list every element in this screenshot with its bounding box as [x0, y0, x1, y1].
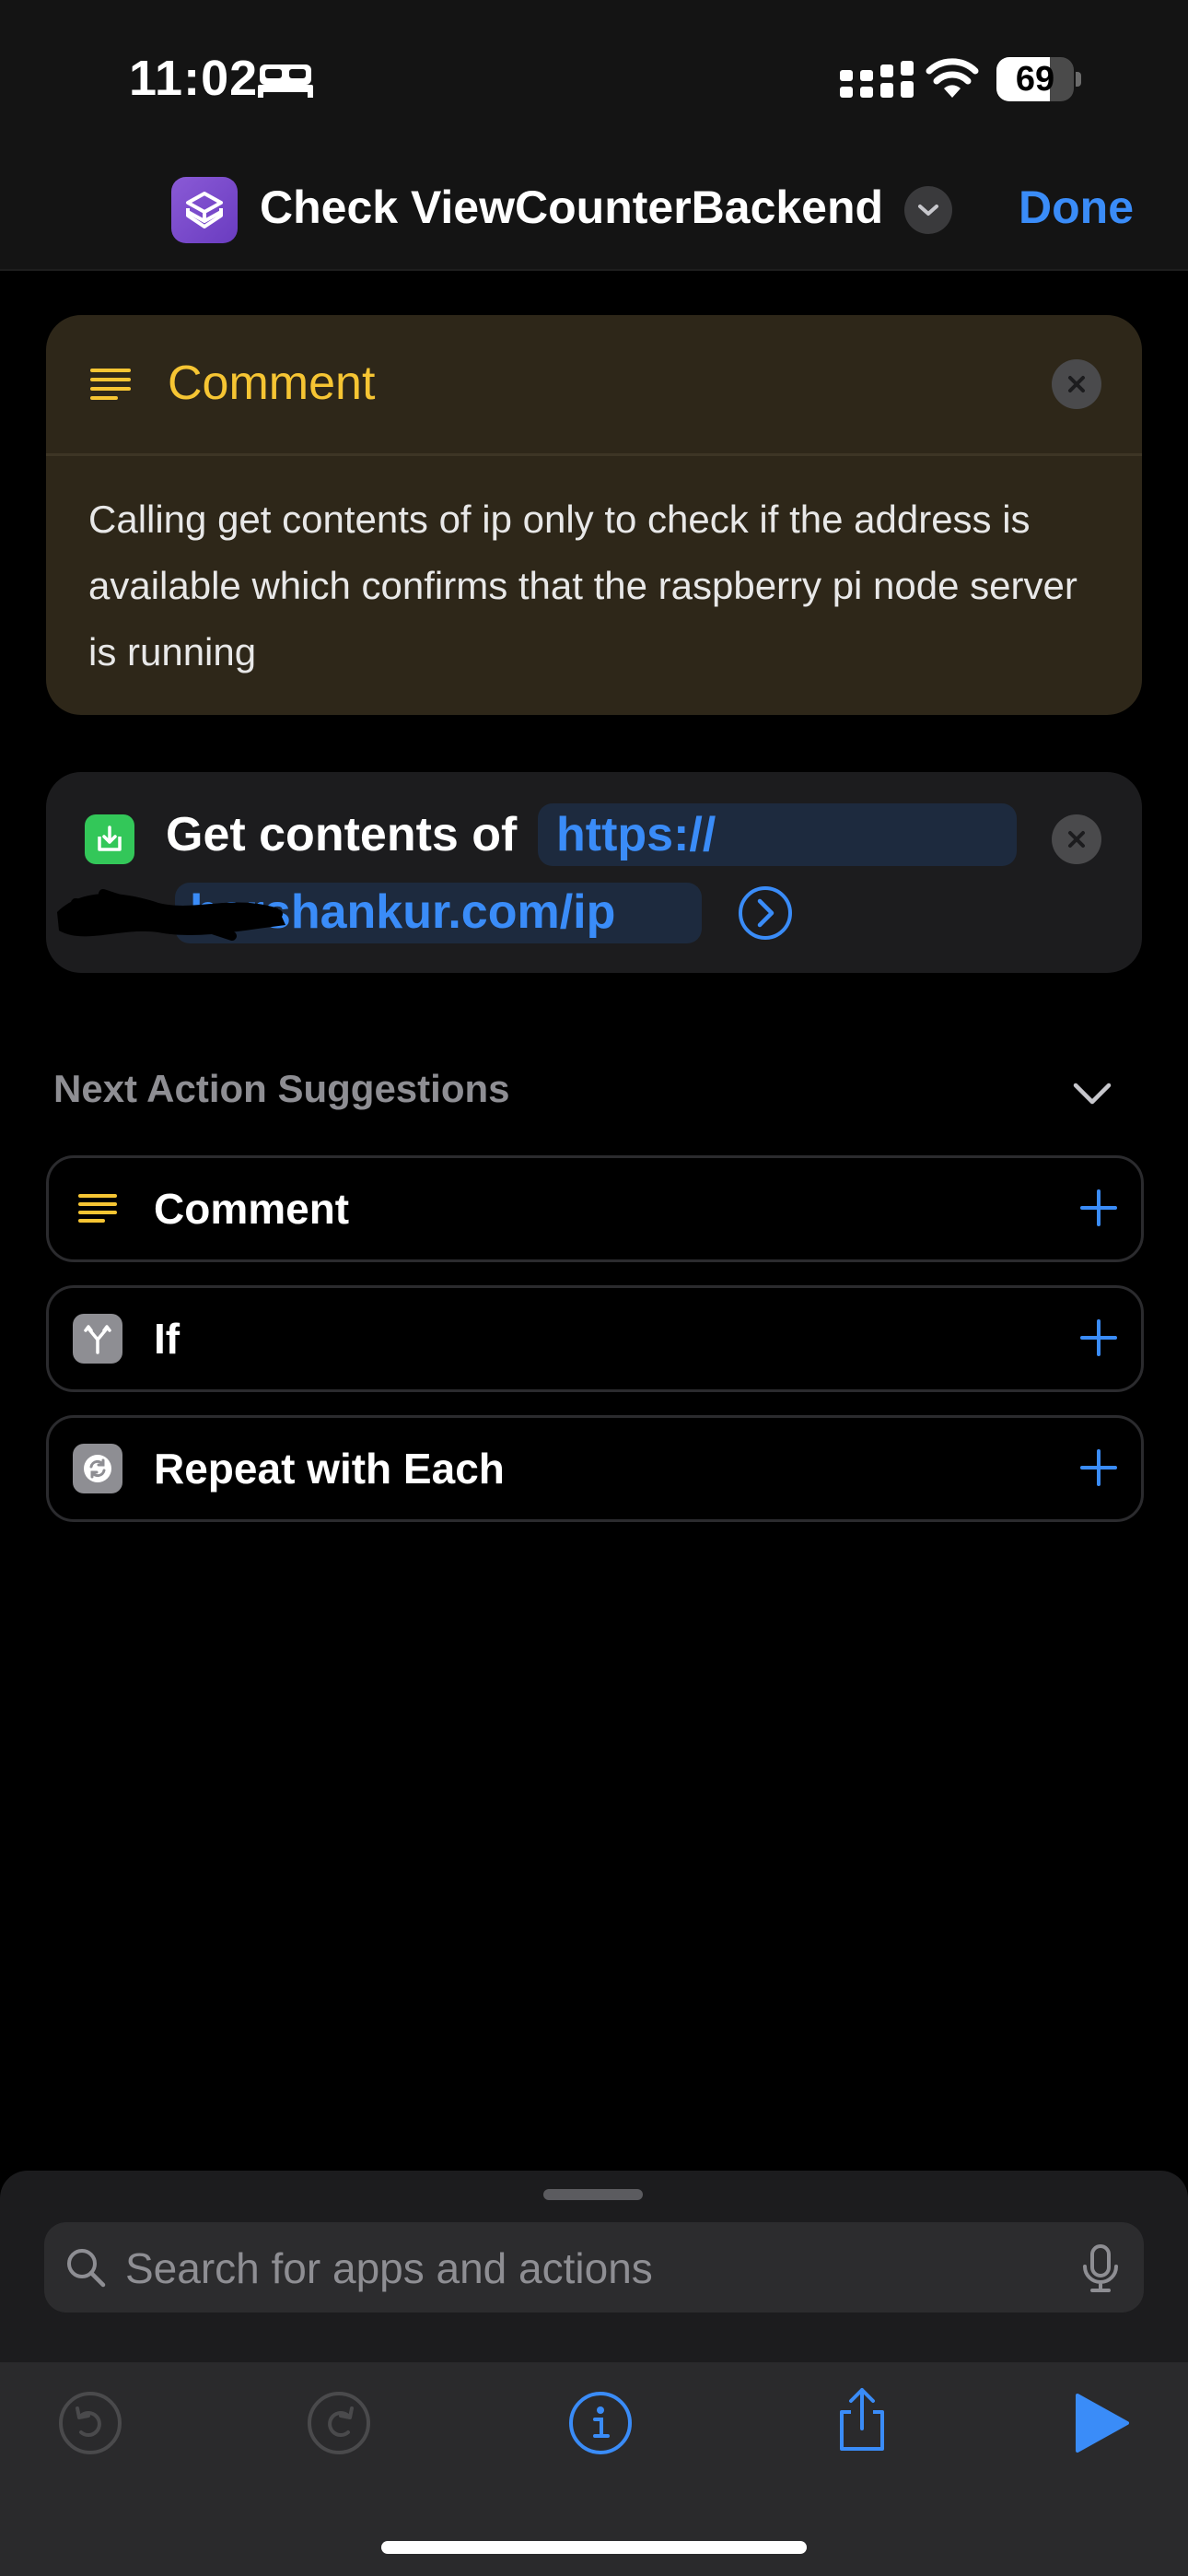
home-indicator[interactable] [381, 2541, 807, 2554]
close-icon [1068, 376, 1085, 392]
redo-icon[interactable] [304, 2388, 374, 2458]
chevron-down-icon[interactable] [1068, 1069, 1116, 1117]
redaction-scribble [57, 889, 285, 941]
search-icon [67, 2249, 106, 2288]
suggestion-label: Comment [154, 1185, 350, 1233]
battery-icon: 69 [996, 57, 1083, 101]
comment-lines-icon [73, 1184, 122, 1234]
suggestion-label: If [154, 1315, 181, 1363]
plus-icon[interactable] [1077, 1186, 1121, 1230]
search-input[interactable] [123, 2230, 1048, 2307]
if-branch-icon [73, 1314, 122, 1364]
info-icon[interactable] [565, 2388, 635, 2458]
get-contents-label: Get contents of [166, 808, 518, 861]
share-icon[interactable] [827, 2384, 897, 2454]
suggestion-if[interactable]: If [46, 1285, 1144, 1392]
chevron-down-icon[interactable] [904, 186, 952, 234]
suggestions-heading: Next Action Suggestions [53, 1067, 510, 1110]
status-time: 11:02 [129, 51, 259, 106]
cellular-signal-icon [840, 61, 914, 98]
microphone-icon[interactable] [1077, 2242, 1124, 2294]
url-text-line1[interactable]: https:// [556, 807, 716, 862]
comment-action-card[interactable]: Comment Calling get contents of ip only … [46, 315, 1142, 715]
shortcuts-icon[interactable] [171, 177, 238, 243]
comment-lines-icon [90, 369, 131, 400]
shortcut-title[interactable]: Check ViewCounterBackend [260, 181, 883, 234]
suggestion-repeat-with-each[interactable]: Repeat with Each [46, 1415, 1144, 1522]
suggestion-comment[interactable]: Comment [46, 1155, 1144, 1262]
bed-icon [258, 64, 313, 98]
undo-icon[interactable] [55, 2388, 125, 2458]
remove-get-contents-button[interactable] [1052, 814, 1101, 864]
comment-title: Comment [168, 357, 376, 410]
plus-icon[interactable] [1077, 1446, 1121, 1490]
chevron-right-circle-icon[interactable] [737, 884, 794, 942]
remove-comment-button[interactable] [1052, 359, 1101, 409]
comment-card-header: Comment [46, 315, 1142, 456]
done-button[interactable]: Done [1019, 181, 1134, 234]
comment-text[interactable]: Calling get contents of ip only to check… [88, 486, 1111, 685]
play-icon[interactable] [1066, 2388, 1136, 2458]
suggestion-label: Repeat with Each [154, 1445, 505, 1493]
sheet-grabber[interactable] [543, 2189, 643, 2200]
wifi-icon [926, 58, 979, 98]
plus-icon[interactable] [1077, 1316, 1121, 1360]
download-icon [85, 814, 134, 864]
close-icon [1068, 831, 1085, 848]
repeat-icon [73, 1444, 122, 1493]
battery-level: 69 [1015, 60, 1055, 99]
